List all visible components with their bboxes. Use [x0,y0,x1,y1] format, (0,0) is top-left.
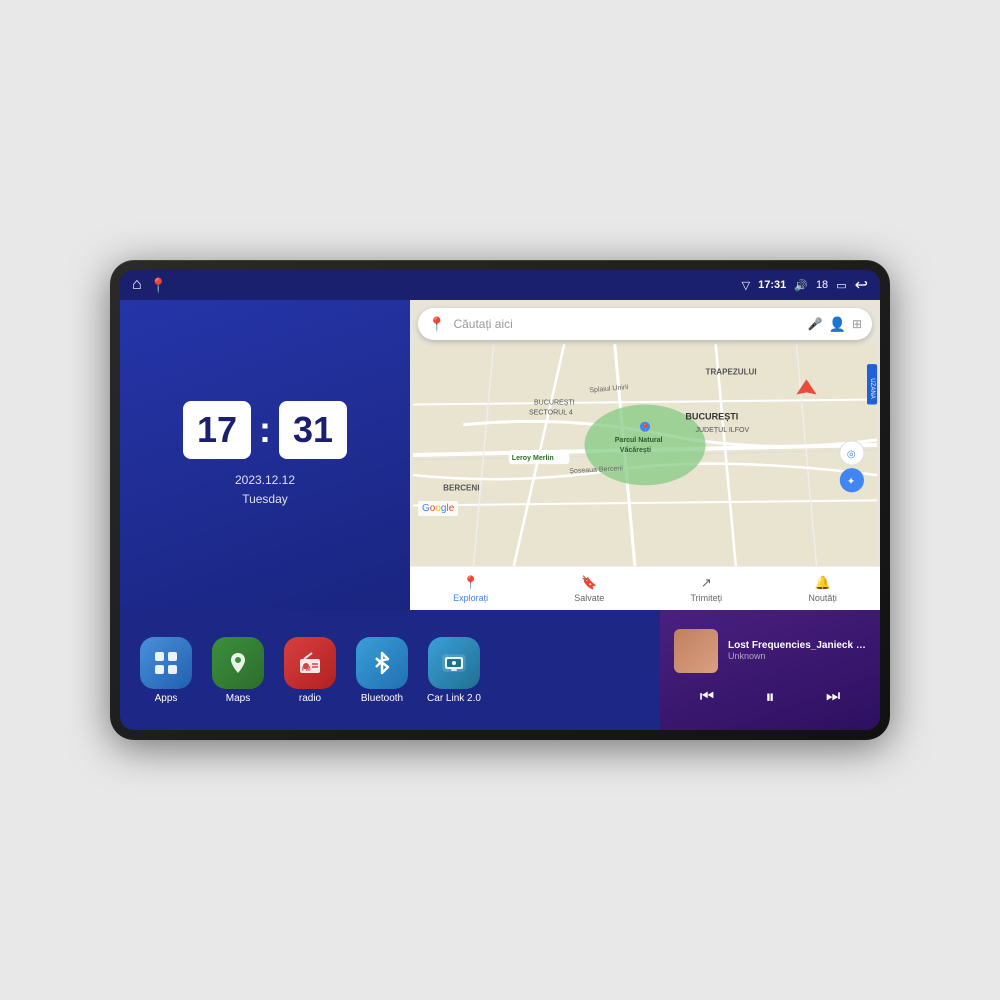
svg-text:BUCUREȘTI: BUCUREȘTI [534,400,575,407]
apps-label: Apps [155,693,178,704]
map-svg: Parcul Natural Văcărești 📍 TRAPEZULUI BU… [410,344,880,566]
volume-icon: 🔊 [794,279,808,292]
battery-icon: ▭ [836,279,846,292]
status-bar-left: ⌂ 📍 [132,276,167,294]
svg-text:✦: ✦ [847,476,855,487]
app-item-radio[interactable]: FM radio [280,637,340,704]
app-item-carlink[interactable]: Car Link 2.0 [424,637,484,704]
send-icon: ↗ [701,575,712,591]
back-icon[interactable]: ↩ [855,275,868,295]
album-art-image [674,629,718,673]
bluetooth-icon [356,637,408,689]
map-nav-send[interactable]: ↗ Trimiteți [691,575,723,603]
apps-grid: Apps Maps [120,610,660,730]
status-bar-right: ▽ 17:31 🔊 18 ▭ ↩ [742,275,868,295]
radio-icon: FM [284,637,336,689]
home-icon[interactable]: ⌂ [132,276,142,294]
car-display-device: ⌂ 📍 ▽ 17:31 🔊 18 ▭ ↩ 17 : [110,260,890,740]
apps-icon [140,637,192,689]
app-item-apps[interactable]: Apps [136,637,196,704]
album-art [674,629,718,673]
top-section: 17 : 31 2023.12.12 Tuesday 📍 Căutați aic… [120,300,880,610]
map-search-placeholder: Căutați aici [453,317,799,331]
app-item-bluetooth[interactable]: Bluetooth [352,637,412,704]
carlink-label: Car Link 2.0 [427,693,481,704]
maps-label: Maps [226,693,250,704]
map-nav-news-label: Noutăți [808,593,837,603]
clock-date: 2023.12.12 Tuesday [235,471,295,509]
google-logo: Google [418,501,458,516]
map-nav-explora[interactable]: 📍 Explorați [453,575,488,603]
prev-button[interactable]: ⏮ [692,684,722,710]
news-icon: 🔔 [815,575,831,591]
account-icon[interactable]: 👤 [829,316,846,333]
svg-text:BUCUREȘTI: BUCUREȘTI [685,412,738,422]
map-nav-saved[interactable]: 🔖 Salvate [574,575,604,603]
status-bar: ⌂ 📍 ▽ 17:31 🔊 18 ▭ ↩ [120,270,880,300]
map-content: Parcul Natural Văcărești 📍 TRAPEZULUI BU… [410,344,880,566]
signal-icon: ▽ [742,279,750,292]
maps-icon [212,637,264,689]
map-nav-explora-label: Explorați [453,593,488,603]
app-item-maps[interactable]: Maps [208,637,268,704]
svg-text:FM: FM [302,667,311,673]
grid-icon[interactable]: ⊞ [852,317,862,331]
clock-widget: 17 : 31 2023.12.12 Tuesday [120,300,410,610]
explore-icon: 📍 [463,575,479,591]
map-search-actions: 🎤 👤 ⊞ [808,316,862,333]
play-pause-button[interactable]: ⏸ [757,683,782,712]
music-title: Lost Frequencies_Janieck Devy-... [728,640,866,651]
saved-icon: 🔖 [581,575,597,591]
clock-display: 17 : 31 [183,401,347,459]
status-time: 17:31 [758,279,786,291]
svg-text:JUDEȚUL ILFOV: JUDEȚUL ILFOV [695,427,749,434]
svg-text:Parcul Natural: Parcul Natural [615,437,663,444]
map-widget: 📍 Căutați aici 🎤 👤 ⊞ [410,300,880,610]
clock-colon: : [259,409,271,451]
svg-text:◎: ◎ [847,449,856,460]
map-nav-news[interactable]: 🔔 Noutăți [808,575,837,603]
svg-text:TRAPEZULUI: TRAPEZULUI [706,367,757,376]
svg-text:SECTORUL 4: SECTORUL 4 [529,410,573,417]
svg-text:UZANA: UZANA [869,378,875,399]
next-button[interactable]: ⏭ [818,684,848,710]
music-info: Lost Frequencies_Janieck Devy-... Unknow… [728,640,866,661]
music-top: Lost Frequencies_Janieck Devy-... Unknow… [674,629,866,673]
svg-text:Leroy Merlin: Leroy Merlin [512,455,554,462]
svg-text:📍: 📍 [641,423,650,432]
clock-hours: 17 [183,401,251,459]
radio-label: radio [299,693,321,704]
clock-minutes: 31 [279,401,347,459]
map-nav-send-label: Trimiteți [691,593,723,603]
svg-text:Văcărești: Văcărești [620,447,651,454]
bluetooth-label: Bluetooth [361,693,403,704]
mic-icon[interactable]: 🎤 [808,317,823,331]
bottom-section: Apps Maps [120,610,880,730]
map-nav-saved-label: Salvate [574,593,604,603]
map-search-bar[interactable]: 📍 Căutați aici 🎤 👤 ⊞ [418,308,872,340]
main-content: 17 : 31 2023.12.12 Tuesday 📍 Căutați aic… [120,300,880,730]
battery-number: 18 [816,279,828,291]
carlink-icon [428,637,480,689]
maps-pin-icon[interactable]: 📍 [150,277,167,294]
map-search-pin-icon: 📍 [428,316,445,333]
music-player: Lost Frequencies_Janieck Devy-... Unknow… [660,610,880,730]
music-controls: ⏮ ⏸ ⏭ [674,683,866,712]
map-bottom-bar: 📍 Explorați 🔖 Salvate ↗ Trimiteți 🔔 [410,566,880,610]
svg-text:BERCENI: BERCENI [443,483,479,492]
device-screen: ⌂ 📍 ▽ 17:31 🔊 18 ▭ ↩ 17 : [120,270,880,730]
music-artist: Unknown [728,651,866,661]
